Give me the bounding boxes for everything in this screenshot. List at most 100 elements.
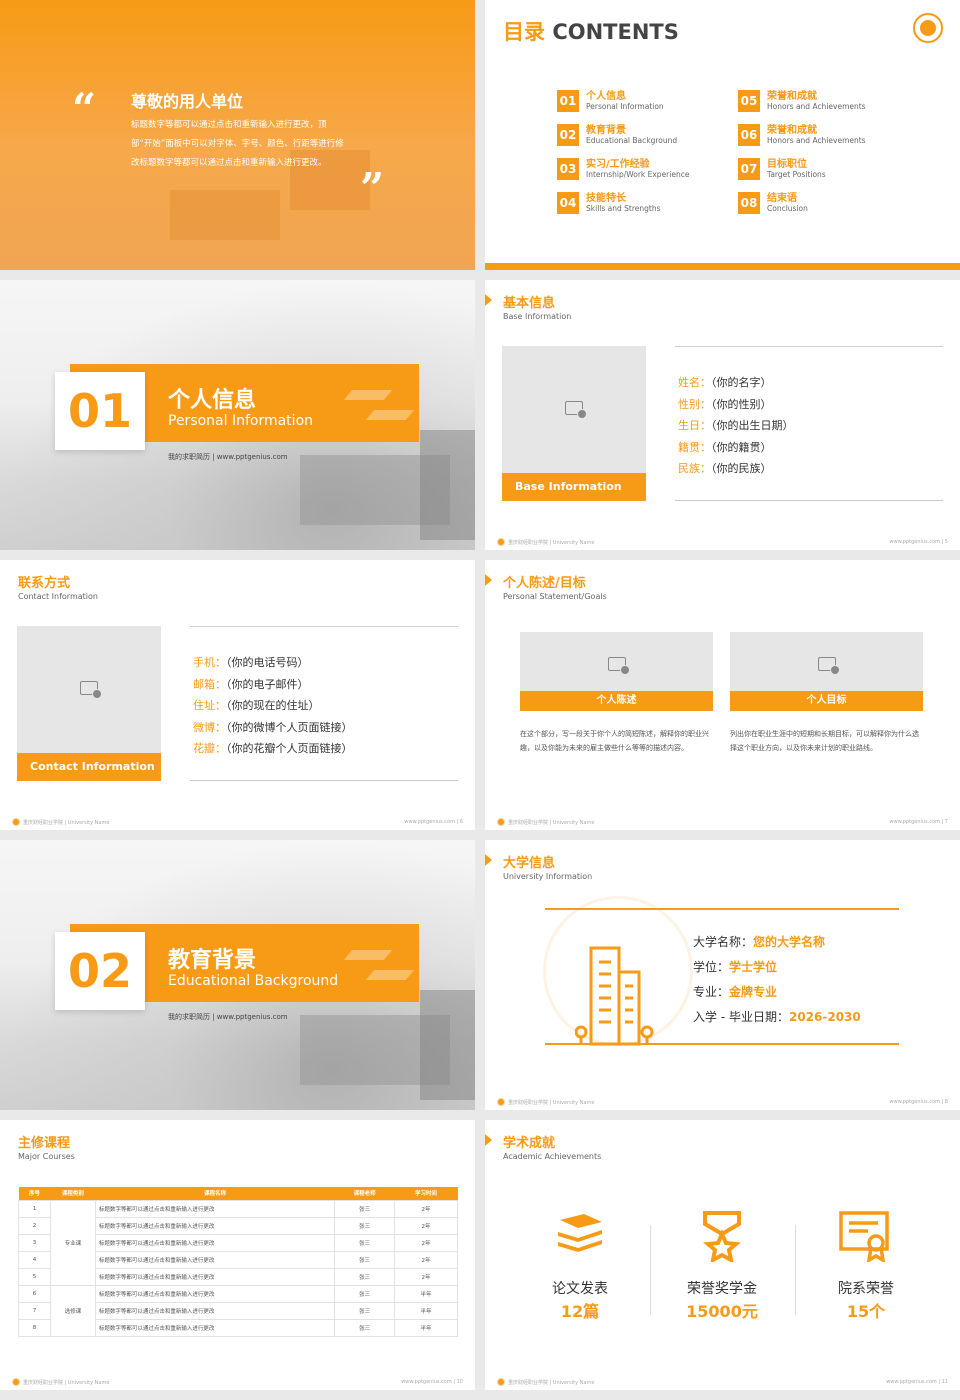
open-quote-icon: “ xyxy=(72,84,97,133)
contents-label-zh: 荣誉和成就 xyxy=(767,90,817,102)
stat-label: 荣誉奖学金 xyxy=(687,1281,757,1297)
cell-no: 5 xyxy=(18,1267,51,1286)
contents-item[interactable]: 02 教育背景 Educational Background xyxy=(557,124,677,146)
slide-courses[interactable]: 主修课程 Major Courses 序号 课程类别 课程名称 课程老师 学习时间 1专… xyxy=(0,1120,475,1390)
goal-card-image[interactable]: 个人目标 xyxy=(730,632,923,711)
cell-time: 2年 xyxy=(394,1267,458,1286)
table-header: 序号 课程类别 课程名称 课程老师 学习时间 xyxy=(18,1187,458,1200)
slide-statement[interactable]: 个人陈述/目标 Personal Statement/Goals 个人陈述 在这… xyxy=(485,560,960,830)
footer: 重庆财经职业学院 | University Name www.pptgenius… xyxy=(485,812,960,830)
slide-contact[interactable]: 联系方式 Contact Information Contact Informa… xyxy=(0,560,475,830)
field-row: 微博：（你的微博个人页面链接） xyxy=(193,717,353,739)
contents-item[interactable]: 07 目标职位 Target Positions xyxy=(738,158,826,180)
field-row: 性别：（你的性别） xyxy=(678,394,794,416)
cell-teacher: 张三 xyxy=(334,1199,396,1218)
cell-category: 选修课 xyxy=(49,1284,96,1337)
quote-body: 标题数字等都可以通过点击和重新输入进行更改，顶部“开始”面板中可以对字体、字号、… xyxy=(131,120,344,168)
contents-item[interactable]: 03 实习/工作经验 Internship/Work Experience xyxy=(557,158,689,180)
building-shape xyxy=(420,990,475,1100)
contents-item[interactable]: 08 结束语 Conclusion xyxy=(738,192,808,214)
slide-heading: 学术成就 Academic Achievements xyxy=(503,1132,601,1161)
contents-item[interactable]: 01 个人信息 Personal Information xyxy=(557,90,664,112)
field-row: 邮箱：（你的电子邮件） xyxy=(193,674,353,696)
field-value: （你的性别） xyxy=(711,397,772,411)
section-subtitle: 我的求职简历 | www.pptgenius.com xyxy=(168,453,288,461)
section-title-zh: 个人信息 xyxy=(168,388,257,413)
footer-left: 重庆财经职业学院 | University Name xyxy=(23,1379,110,1386)
photo-placeholder[interactable]: Base Information xyxy=(502,346,646,501)
contents-label-en: Internship/Work Experience xyxy=(586,169,690,179)
field-key: 微博： xyxy=(193,720,226,734)
contents-item[interactable]: 04 技能特长 Skills and Strengths xyxy=(557,192,661,214)
section-title-en: Personal Information xyxy=(168,413,314,429)
slide-contents[interactable]: 目录 CONTENTS 01 个人信息 Personal Information 02… xyxy=(485,0,960,270)
field-value: 您的大学名称 xyxy=(753,935,826,949)
contents-item[interactable]: 05 荣誉和成就 Honors and Achievements xyxy=(738,90,866,112)
cell-teacher: 张三 xyxy=(334,1267,396,1286)
slide-achievements[interactable]: 学术成就 Academic Achievements 论文发表 12篇 荣誉奖学… xyxy=(485,1120,960,1390)
heading-zh: 基本信息 xyxy=(503,296,556,311)
table-header-cell: 课程类别 xyxy=(50,1187,96,1200)
field-value: （你的名字） xyxy=(711,376,772,389)
statement-card-image[interactable]: 个人陈述 xyxy=(520,632,713,711)
image-icon xyxy=(565,401,587,419)
section-title-zh: 教育背景 xyxy=(168,948,257,973)
field-value: （你的电话号码） xyxy=(226,656,309,669)
stat-scholarship: 荣誉奖学金 15000元 xyxy=(669,1278,775,1322)
slide-section-02[interactable]: 02 教育背景 Educational Background 我的求职简历 | … xyxy=(0,840,475,1110)
field-value: 2026-2030 xyxy=(788,1010,861,1024)
field-value: （你的民族） xyxy=(711,462,772,475)
certificate-icon xyxy=(839,1211,889,1262)
footer-right: www.pptgenius.com | 6 xyxy=(404,819,463,825)
title-triangle-icon xyxy=(485,854,492,866)
contents-number: 03 xyxy=(557,158,579,180)
contents-item[interactable]: 06 荣誉和成就 Honors and Achievements xyxy=(738,124,866,146)
cell-teacher: 张三 xyxy=(334,1216,396,1235)
cell-no: 8 xyxy=(18,1318,51,1337)
field-value: （你的出生日期） xyxy=(711,419,794,432)
field-key: 专业： xyxy=(693,985,730,999)
divider xyxy=(675,500,943,501)
slide-section-01[interactable]: 01 个人信息 Personal Information 我的求职简历 | ww… xyxy=(0,280,475,550)
footer: 重庆财经职业学院 | University Name www.pptgenius… xyxy=(0,1372,475,1390)
footer-right: www.pptgenius.com | 11 xyxy=(886,1379,948,1385)
footer: 重庆财经职业学院 | University Name www.pptgenius… xyxy=(485,1372,960,1390)
field-key: 籍贯： xyxy=(678,440,711,454)
building-shape xyxy=(170,190,280,240)
slide-quote[interactable]: “ 尊敬的用人单位 标题数字等都可以通过点击和重新输入进行更改，顶部“开始”面板… xyxy=(0,0,475,270)
cell-name: 标题数字等都可以通过点击和重新输入进行更改 xyxy=(94,1233,336,1252)
contents-number: 07 xyxy=(738,158,760,180)
footer: 重庆财经职业学院 | University Name www.pptgenius… xyxy=(0,812,475,830)
field-key: 邮箱： xyxy=(193,677,226,691)
building-shape xyxy=(420,430,475,540)
title-triangle-icon xyxy=(485,574,492,586)
section-title-en: Educational Background xyxy=(168,973,339,989)
cell-name: 标题数字等都可以通过点击和重新输入进行更改 xyxy=(94,1284,336,1303)
cell-category: 专业课 xyxy=(49,1199,96,1286)
slide-university[interactable]: 大学信息 University Information 大学名称：您的大学名称学… xyxy=(485,840,960,1110)
slide-heading: 大学信息 University Information xyxy=(503,852,592,881)
stat-value: 15个 xyxy=(846,1302,886,1321)
table-header-cell: 学习时间 xyxy=(394,1187,458,1200)
cell-teacher: 张三 xyxy=(334,1233,396,1252)
heading-en: Personal Statement/Goals xyxy=(503,592,607,601)
cell-name: 标题数字等都可以通过点击和重新输入进行更改 xyxy=(94,1216,336,1235)
field-value: （你的籍贯） xyxy=(711,440,772,454)
banner-stripe xyxy=(343,950,393,960)
contents-label-zh: 目标职位 xyxy=(767,158,807,170)
heading-zh: 学术成就 xyxy=(503,1136,556,1151)
cell-no: 6 xyxy=(18,1284,51,1303)
footer-left: 重庆财经职业学院 | University Name xyxy=(508,539,595,546)
heading-en: University Information xyxy=(503,872,593,881)
field-value: （你的现在的住址） xyxy=(226,699,320,712)
logo-icon xyxy=(12,818,20,826)
heading-en: Base Information xyxy=(503,312,572,321)
photo-placeholder[interactable]: Contact Information xyxy=(17,626,161,781)
slide-heading: 基本信息 Base Information xyxy=(503,292,571,321)
field-value: （你的微博个人页面链接） xyxy=(226,720,353,734)
contents-number: 05 xyxy=(738,90,760,112)
slide-basic-info[interactable]: 基本信息 Base Information Base Information 姓… xyxy=(485,280,960,550)
top-rule xyxy=(545,908,899,910)
logo-icon xyxy=(497,1378,505,1386)
heading-zh: 大学信息 xyxy=(503,856,556,871)
